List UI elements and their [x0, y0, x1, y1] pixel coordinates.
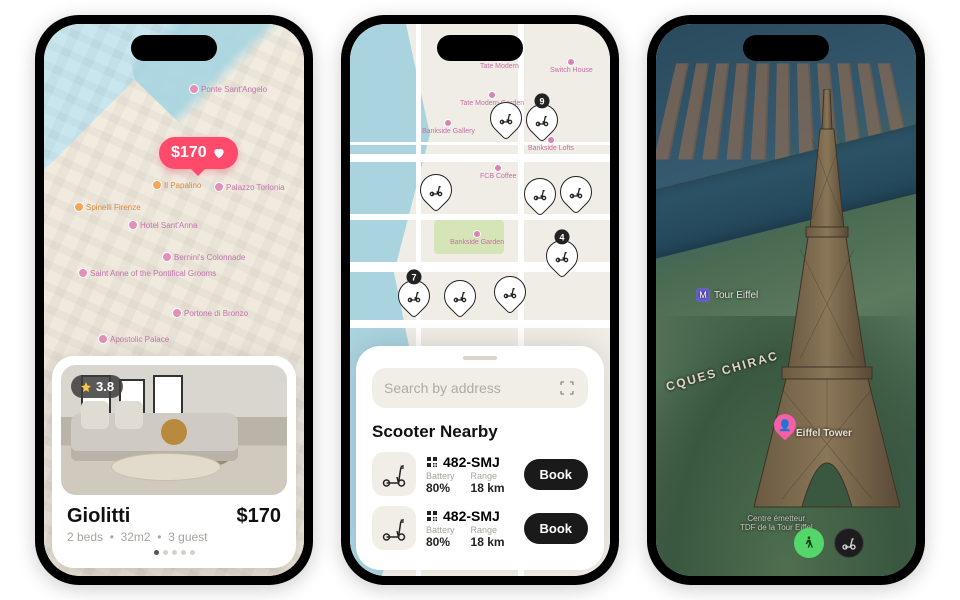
- map-paris-3d[interactable]: CQUES CHIRAC M Tour Eiffel 👤 Eiffel Towe…: [656, 24, 916, 576]
- map-poi[interactable]: Bernini's Colonnade: [162, 252, 245, 262]
- eiffel-tower-icon: [752, 89, 902, 509]
- map-poi[interactable]: Portone di Bronzo: [172, 308, 248, 318]
- map-poi[interactable]: Ponte Sant'Angelo: [189, 84, 267, 94]
- listing-meta: 2 beds • 32m2 • 3 guest: [67, 530, 281, 544]
- listing-price: $170: [237, 505, 282, 528]
- rating-badge: 3.8: [71, 375, 123, 398]
- heart-icon: [212, 146, 226, 160]
- scooter-icon: [841, 535, 857, 551]
- carousel-dots[interactable]: [67, 550, 281, 555]
- map-poi[interactable]: Saint Anne of the Pontifical Grooms: [78, 268, 216, 278]
- rating-value: 3.8: [96, 379, 114, 394]
- price-marker-label: $170: [171, 144, 207, 162]
- phone-mockup-listing: Ponte Sant'Angelo Palazzo Torlonia Il Papa…: [35, 15, 313, 585]
- chip-scooter[interactable]: [834, 528, 864, 558]
- map-poi[interactable]: Il Papalino: [152, 180, 201, 190]
- scooter-id: 482-SMJ: [426, 508, 514, 524]
- map-poi[interactable]: Hotel Sant'Anna: [128, 220, 198, 230]
- listing-card[interactable]: 3.8 Giolitti $170 2 beds • 32m2 • 3 gues…: [52, 356, 296, 568]
- map-label-metro[interactable]: M Tour Eiffel: [696, 288, 758, 302]
- walk-icon: [801, 535, 817, 551]
- chip-walk[interactable]: [794, 528, 824, 558]
- map-poi[interactable]: Spinelli Firenze: [74, 202, 141, 212]
- scooter-map-pin[interactable]: [553, 169, 598, 214]
- book-button[interactable]: Book: [524, 513, 589, 544]
- scooter-thumb: [372, 452, 416, 496]
- listing-photo: 3.8: [61, 365, 287, 495]
- scooter-map-pin[interactable]: [437, 273, 482, 318]
- map-poi[interactable]: FCB Coffee: [480, 164, 516, 180]
- scooter-map-pin[interactable]: [517, 171, 562, 216]
- map-poi[interactable]: Bankside Garden: [450, 230, 504, 246]
- search-placeholder: Search by address: [384, 380, 501, 396]
- phone-mockup-scooters: Tate ModernSwitch HouseTate Modern Garde…: [341, 15, 619, 585]
- bottom-sheet[interactable]: Search by address Scooter Nearby 482-SMJ…: [356, 346, 604, 570]
- map-label-eiffel[interactable]: Eiffel Tower: [796, 428, 852, 439]
- map-poi[interactable]: Tate Modern: [480, 54, 519, 70]
- map-poi[interactable]: Bankside Gallery: [422, 119, 475, 135]
- star-icon: [80, 381, 92, 393]
- scooter-map-pin[interactable]: [487, 269, 532, 314]
- sheet-title: Scooter Nearby: [372, 422, 588, 442]
- scooter-id: 482-SMJ: [426, 454, 514, 470]
- book-button[interactable]: Book: [524, 459, 589, 490]
- scooter-list-item: 482-SMJBattery80%Range18 kmBook: [372, 452, 588, 496]
- map-poi[interactable]: Switch House: [550, 58, 593, 74]
- metro-icon: M: [696, 288, 710, 302]
- map-poi[interactable]: Bankside Lofts: [528, 136, 574, 152]
- scooter-list-item: 482-SMJBattery80%Range18 kmBook: [372, 506, 588, 550]
- scan-icon[interactable]: [558, 379, 576, 397]
- map-poi[interactable]: Apostolic Palace: [98, 334, 169, 344]
- search-input[interactable]: Search by address: [372, 368, 588, 408]
- phone-mockup-3d: CQUES CHIRAC M Tour Eiffel 👤 Eiffel Towe…: [647, 15, 925, 585]
- price-marker[interactable]: $170: [159, 137, 238, 169]
- scooter-thumb: [372, 506, 416, 550]
- sheet-grabber[interactable]: [463, 356, 497, 360]
- map-poi[interactable]: Palazzo Torlonia: [214, 182, 285, 192]
- listing-title: Giolitti: [67, 505, 130, 528]
